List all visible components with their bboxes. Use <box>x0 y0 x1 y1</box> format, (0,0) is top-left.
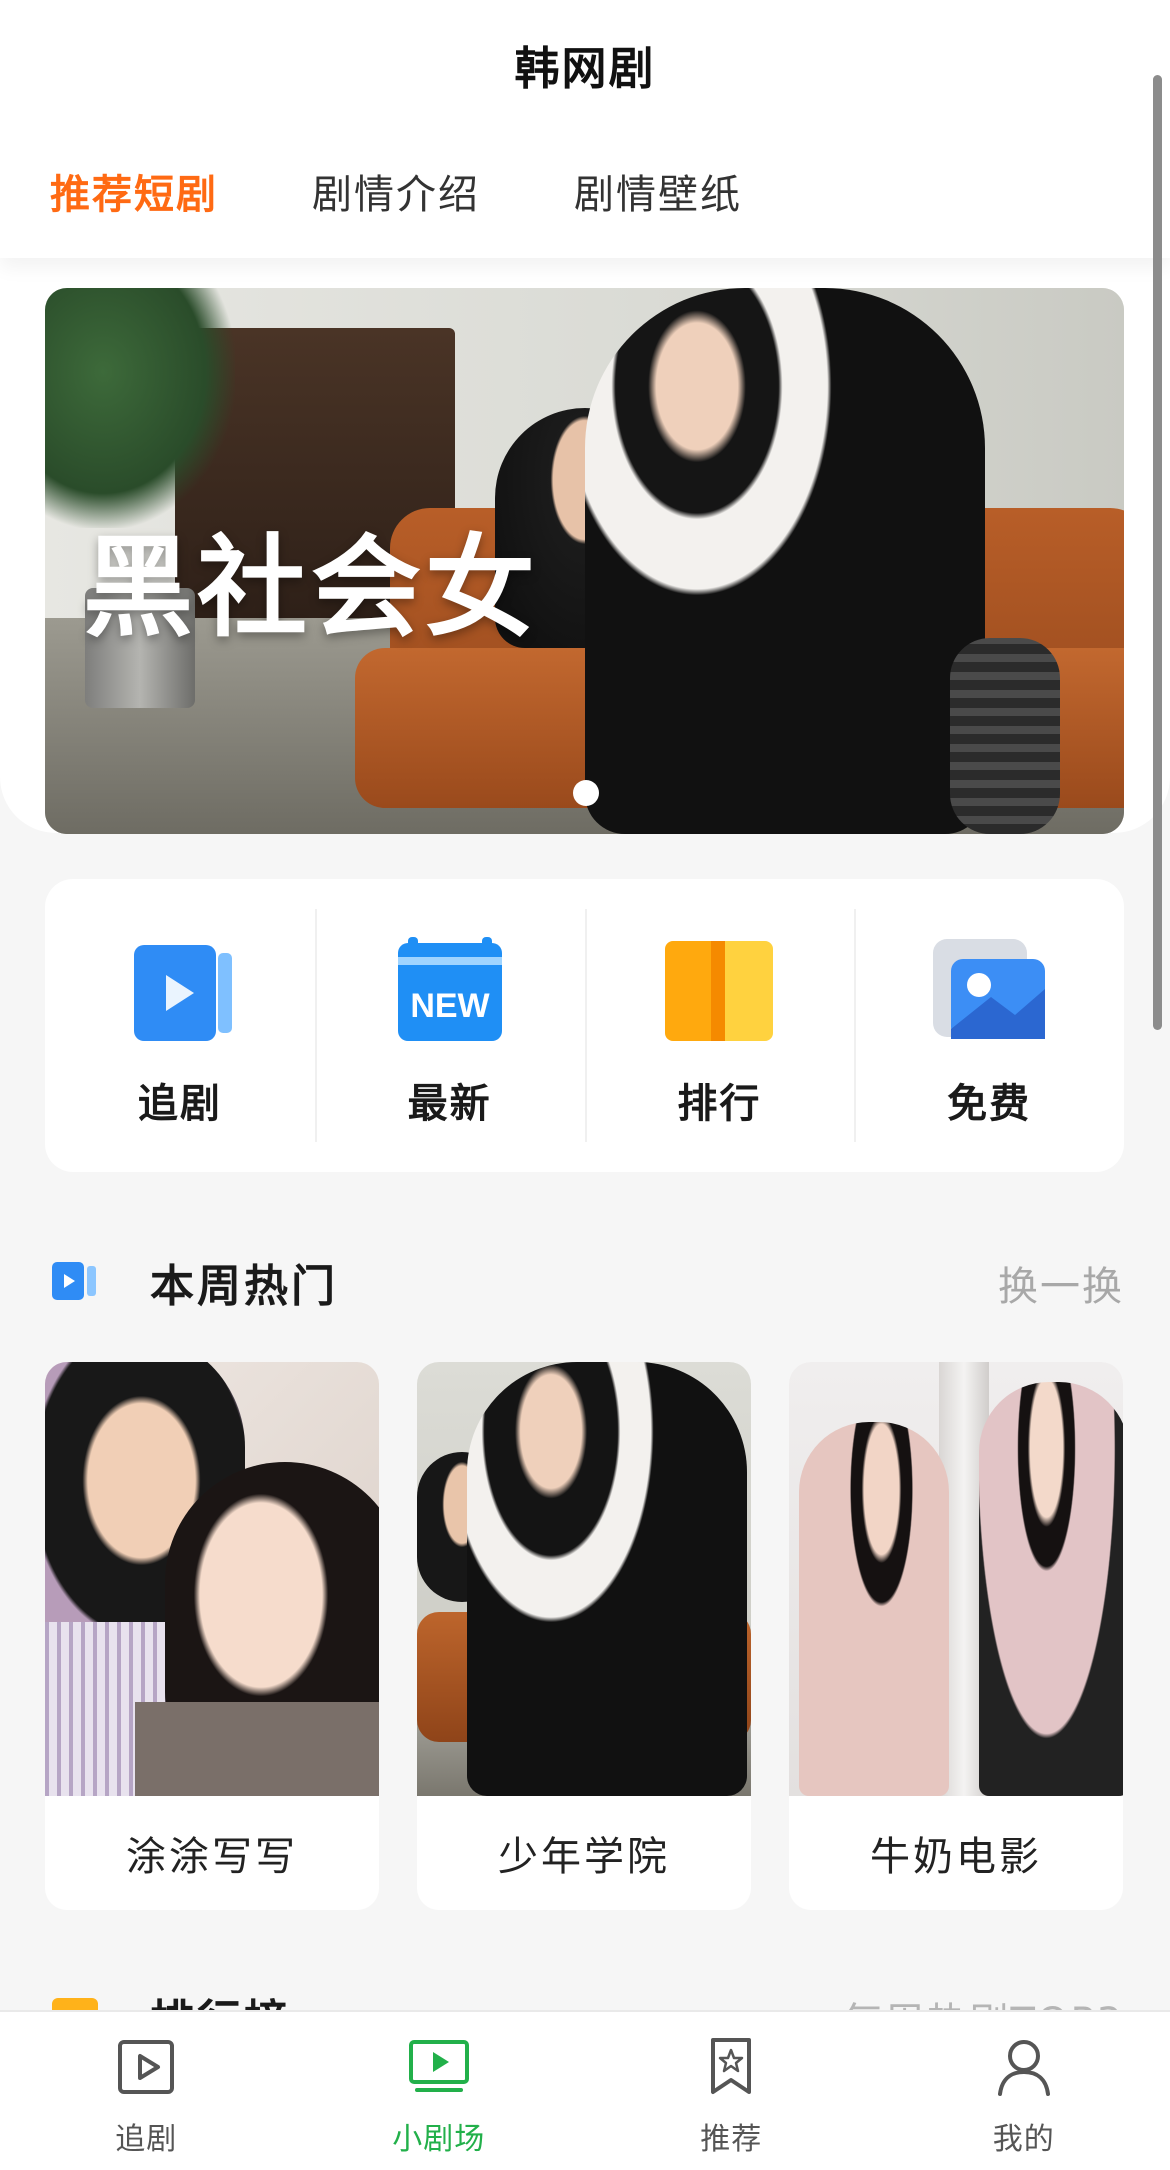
quick-item-free[interactable]: 免费 <box>854 879 1124 1172</box>
nav-item-mine[interactable]: 我的 <box>878 2012 1170 2170</box>
top-header: 韩网剧 推荐短剧 剧情介绍 剧情壁纸 <box>0 0 1170 258</box>
quick-item-follow[interactable]: 追剧 <box>45 879 315 1172</box>
drama-card[interactable]: 牛奶电影 <box>789 1362 1123 1910</box>
app-title: 韩网剧 <box>514 42 656 95</box>
nav-label-recommend: 推荐 <box>700 2122 763 2157</box>
tab-plot-intro[interactable]: 剧情介绍 <box>312 162 480 220</box>
drama-card[interactable]: 涂涂写写 <box>45 1362 379 1910</box>
carousel-indicator-dot[interactable] <box>573 780 599 806</box>
quick-menu: 追剧 NEW 最新 排行 免费 <box>45 879 1124 1172</box>
drama-poster <box>789 1362 1123 1796</box>
quick-item-newest[interactable]: NEW 最新 <box>314 879 585 1172</box>
quick-item-ranking[interactable]: 排行 <box>584 879 855 1172</box>
nav-label-theater: 小剧场 <box>392 2122 486 2157</box>
drama-card-title: 涂涂写写 <box>126 1834 298 1880</box>
nav-item-theater[interactable]: 小剧场 <box>293 2012 586 2170</box>
quick-label-follow: 追剧 <box>137 1081 222 1127</box>
hot-cards: 涂涂写写 少年学院 牛奶电影 <box>45 1362 1123 1910</box>
nav-item-follow[interactable]: 追剧 <box>0 2012 293 2170</box>
tab-plot-wallpaper[interactable]: 剧情壁纸 <box>574 162 742 220</box>
banner-carousel[interactable]: 黑社会女 <box>45 288 1124 834</box>
section-title-hot: 本周热门 <box>150 1261 338 1312</box>
ranking-icon <box>665 941 774 1041</box>
quick-label-newest: 最新 <box>407 1081 492 1127</box>
user-icon <box>997 2040 1050 2096</box>
nav-label-follow: 追剧 <box>115 2122 178 2157</box>
banner-image-plant <box>45 288 235 528</box>
banner-title: 黑社会女 <box>83 524 539 652</box>
drama-card-title: 少年学院 <box>498 1834 670 1880</box>
quick-label-free: 免费 <box>947 1081 1032 1127</box>
tab-recommended-shorts[interactable]: 推荐短剧 <box>50 162 218 220</box>
bottom-navigation: 追剧 小剧场 推荐 我的 <box>0 2010 1170 2170</box>
quick-label-ranking: 排行 <box>677 1081 762 1127</box>
category-tabs: 推荐短剧 剧情介绍 剧情壁纸 <box>50 162 742 220</box>
banner-image-woman <box>585 288 985 834</box>
drama-poster <box>417 1362 751 1796</box>
section-video-icon <box>52 1262 96 1300</box>
refresh-button[interactable]: 换一换 <box>998 1254 1124 1312</box>
nav-item-recommend[interactable]: 推荐 <box>585 2012 878 2170</box>
play-square-icon <box>118 2040 175 2094</box>
poster-figure <box>799 1422 949 1796</box>
banner-image-boot <box>950 638 1060 834</box>
poster-figure <box>467 1362 747 1796</box>
new-badge-text: NEW <box>410 987 490 1025</box>
drama-card-title: 牛奶电影 <box>870 1834 1042 1880</box>
drama-poster <box>45 1362 379 1796</box>
drama-card[interactable]: 少年学院 <box>417 1362 751 1910</box>
nav-label-mine: 我的 <box>992 2122 1055 2157</box>
poster-figure <box>135 1702 379 1796</box>
bookmark-star-icon <box>711 2038 752 2094</box>
poster-figure <box>979 1382 1123 1796</box>
new-calendar-icon: NEW <box>397 937 502 1041</box>
play-video-icon <box>133 945 232 1041</box>
image-gallery-icon <box>933 939 1046 1039</box>
tv-play-icon <box>408 2040 469 2092</box>
scrollbar[interactable] <box>1153 75 1162 1030</box>
